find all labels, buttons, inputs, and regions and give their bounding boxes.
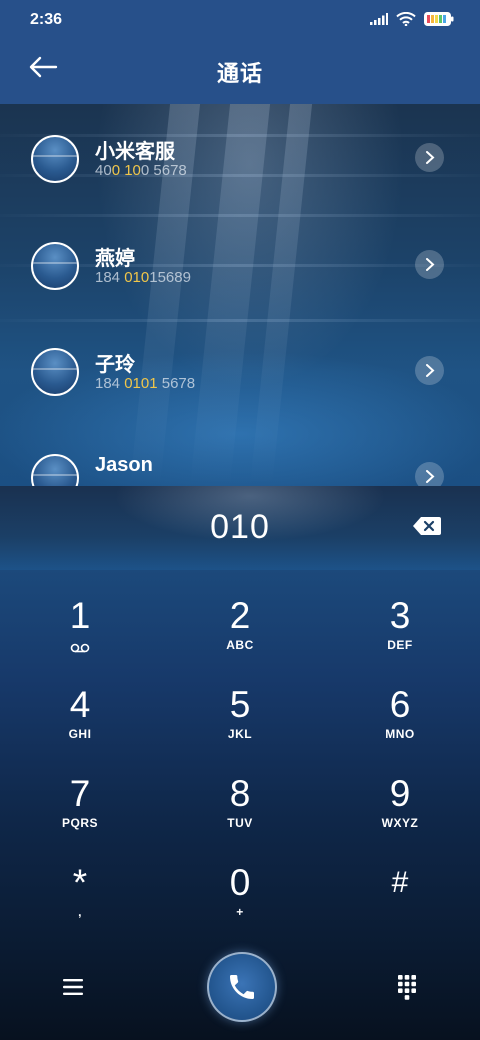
water-ripple (0, 214, 480, 217)
backspace-icon (413, 517, 441, 535)
contact-detail-button[interactable] (415, 143, 444, 172)
menu-button[interactable] (62, 978, 86, 1000)
top-bar: 2:36 通话 (0, 0, 480, 104)
phone-icon (230, 975, 254, 999)
key-1[interactable]: 1 (20, 596, 140, 676)
key-7[interactable]: 7 PQRS (20, 774, 140, 854)
contact-number: 184 0101 5678 (95, 375, 196, 392)
avatar (31, 454, 79, 486)
chevron-right-icon (426, 470, 435, 483)
call-button[interactable] (207, 952, 277, 1022)
dial-display: 010 (0, 486, 480, 570)
key-4[interactable]: 4 GHI (20, 685, 140, 765)
dialed-number: 010 (210, 508, 270, 546)
contact-suggestion-list: 小米客服 400 100 5678 燕婷 184 01015689 子玲 184… (0, 104, 480, 486)
contact-item[interactable]: Jason (0, 454, 480, 486)
contact-detail-button[interactable] (415, 250, 444, 279)
wifi-icon (396, 12, 416, 26)
chevron-right-icon (426, 364, 435, 377)
key-0[interactable]: 0 + (180, 863, 300, 943)
contact-detail-button[interactable] (415, 356, 444, 385)
backspace-button[interactable] (412, 515, 442, 537)
contact-item[interactable]: 小米客服 400 100 5678 (0, 135, 480, 207)
key-3[interactable]: 3 DEF (340, 596, 460, 676)
key-hash[interactable]: # (340, 863, 460, 943)
key-8[interactable]: 8 TUV (180, 774, 300, 854)
dialer-bottom-bar (0, 952, 480, 1032)
key-9[interactable]: 9 WXYZ (340, 774, 460, 854)
contact-number: 400 100 5678 (95, 162, 187, 179)
key-2[interactable]: 2 ABC (180, 596, 300, 676)
avatar (31, 348, 79, 396)
menu-icon (63, 979, 83, 995)
chevron-right-icon (426, 258, 435, 271)
signal-icon (370, 13, 388, 25)
chevron-right-icon (426, 151, 435, 164)
key-6[interactable]: 6 MNO (340, 685, 460, 765)
key-star[interactable]: * , (20, 863, 140, 943)
contact-detail-button[interactable] (415, 462, 444, 486)
contact-item[interactable]: 子玲 184 0101 5678 (0, 348, 480, 420)
status-icons (370, 12, 454, 26)
avatar (31, 242, 79, 290)
keypad-icon (398, 975, 416, 1000)
contact-name: Jason (95, 454, 153, 476)
contact-name: 子玲 (95, 354, 135, 376)
page-title: 通话 (216, 61, 263, 86)
key-5[interactable]: 5 JKL (180, 685, 300, 765)
contact-name: 燕婷 (95, 248, 135, 270)
battery-icon (424, 12, 454, 26)
dialer-panel: 010 1 2 ABC 3 DEF 4 GHI 5 JKL 6 MNO 7 PQ… (0, 486, 480, 1040)
contact-number: 184 01015689 (95, 269, 191, 286)
water-ripple (0, 319, 480, 322)
keypad-toggle-button[interactable] (397, 974, 419, 1002)
status-time: 2:36 (30, 11, 63, 28)
contact-name: 小米客服 (95, 141, 175, 163)
voicemail-icon (70, 643, 90, 653)
avatar (31, 135, 79, 183)
contact-item[interactable]: 燕婷 184 01015689 (0, 242, 480, 314)
